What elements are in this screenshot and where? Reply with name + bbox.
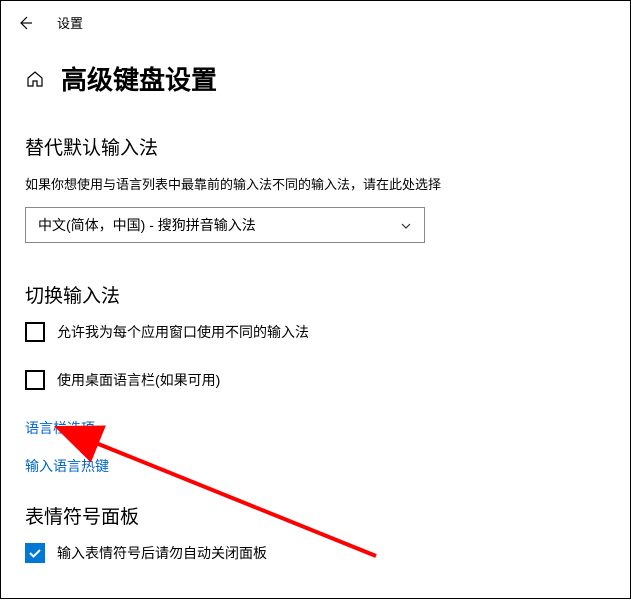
- per-app-ime-checkbox[interactable]: [25, 322, 45, 342]
- emoji-panel-label: 输入表情符号后请勿自动关闭面板: [57, 543, 267, 563]
- back-button[interactable]: [17, 15, 33, 31]
- section-override-desc: 如果你想使用与语言列表中最靠前的输入法不同的输入法，请在此处选择: [25, 174, 606, 193]
- section-override-title: 替代默认输入法: [25, 133, 606, 160]
- default-ime-dropdown[interactable]: 中文(简体，中国) - 搜狗拼音输入法: [25, 207, 425, 243]
- langbar-options-link[interactable]: 语言栏选项: [25, 418, 606, 438]
- per-app-ime-label: 允许我为每个应用窗口使用不同的输入法: [57, 322, 309, 342]
- desktop-langbar-label: 使用桌面语言栏(如果可用): [57, 370, 220, 390]
- chevron-down-icon: [400, 219, 412, 231]
- section-switch-title: 切换输入法: [25, 281, 606, 308]
- desktop-langbar-checkbox[interactable]: [25, 370, 45, 390]
- check-icon: [28, 546, 42, 560]
- page-title: 高级键盘设置: [61, 60, 217, 97]
- dropdown-value: 中文(简体，中国) - 搜狗拼音输入法: [38, 215, 256, 235]
- section-emoji-title: 表情符号面板: [25, 502, 606, 529]
- emoji-panel-checkbox[interactable]: [25, 543, 45, 563]
- home-icon[interactable]: [25, 69, 45, 89]
- header-title: 设置: [57, 13, 83, 32]
- input-hotkey-link[interactable]: 输入语言热键: [25, 456, 606, 476]
